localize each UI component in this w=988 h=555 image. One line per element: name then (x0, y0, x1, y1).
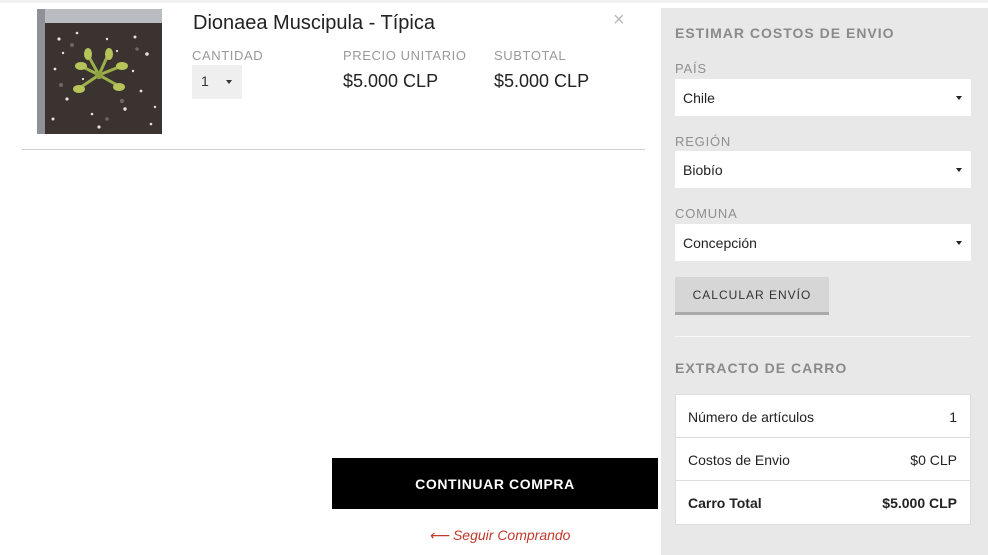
product-image[interactable] (37, 9, 162, 134)
summary-row-label: Número de artículos (688, 409, 815, 425)
calculate-shipping-button[interactable]: CALCULAR ENVÍO (675, 277, 829, 315)
quantity-label: CANTIDAD (192, 48, 264, 63)
chevron-down-icon (956, 168, 962, 172)
chevron-down-icon (956, 241, 962, 245)
shipping-sidebar: ESTIMAR COSTOS DE ENVIO PAÍS Chile REGIÓ… (661, 8, 988, 555)
subtotal-value: $5.000 CLP (494, 71, 590, 91)
product-title[interactable]: Dionaea Muscipula - Típica (193, 12, 435, 35)
summary-row-label: Carro Total (688, 495, 762, 511)
region-label: REGIÓN (675, 134, 732, 149)
shipping-estimate-heading: ESTIMAR COSTOS DE ENVIO (675, 25, 895, 41)
unit-price-value: $5.000 CLP (343, 71, 439, 91)
summary-row-label: Costos de Envio (688, 452, 790, 468)
country-label: PAÍS (675, 61, 707, 76)
cart-summary-table: Número de artículos 1 Costos de Envio $0… (675, 394, 971, 525)
unit-price-label: PRECIO UNITARIO (343, 48, 467, 63)
sidebar-divider (675, 336, 971, 337)
region-select[interactable]: Biobío (675, 151, 971, 188)
region-value: Biobío (683, 162, 723, 178)
cart-summary-heading: EXTRACTO DE CARRO (675, 360, 848, 376)
country-select[interactable]: Chile (675, 79, 971, 116)
continue-purchase-button[interactable]: CONTINUAR COMPRA (332, 458, 658, 509)
chevron-down-icon (956, 96, 962, 100)
summary-row-shipping: Costos de Envio $0 CLP (676, 438, 970, 481)
keep-shopping-link[interactable]: ⟵ Seguir Comprando (429, 527, 570, 544)
quantity-value: 1 (201, 73, 209, 89)
commune-value: Concepción (683, 235, 757, 251)
commune-label: COMUNA (675, 206, 738, 221)
summary-row-value: $0 CLP (910, 452, 957, 468)
remove-item-icon[interactable]: × (613, 10, 625, 30)
commune-select[interactable]: Concepción (675, 224, 971, 261)
chevron-down-icon (226, 80, 232, 84)
subtotal-label: SUBTOTAL (494, 48, 567, 63)
summary-row-value: $5.000 CLP (882, 495, 957, 511)
summary-row-value: 1 (949, 409, 957, 425)
item-divider (22, 149, 645, 150)
summary-row-items: Número de artículos 1 (676, 395, 970, 438)
quantity-select[interactable]: 1 (192, 65, 242, 99)
top-border (0, 0, 988, 3)
summary-row-total: Carro Total $5.000 CLP (676, 481, 970, 524)
country-value: Chile (683, 90, 715, 106)
venus-flytrap-image (37, 9, 162, 134)
